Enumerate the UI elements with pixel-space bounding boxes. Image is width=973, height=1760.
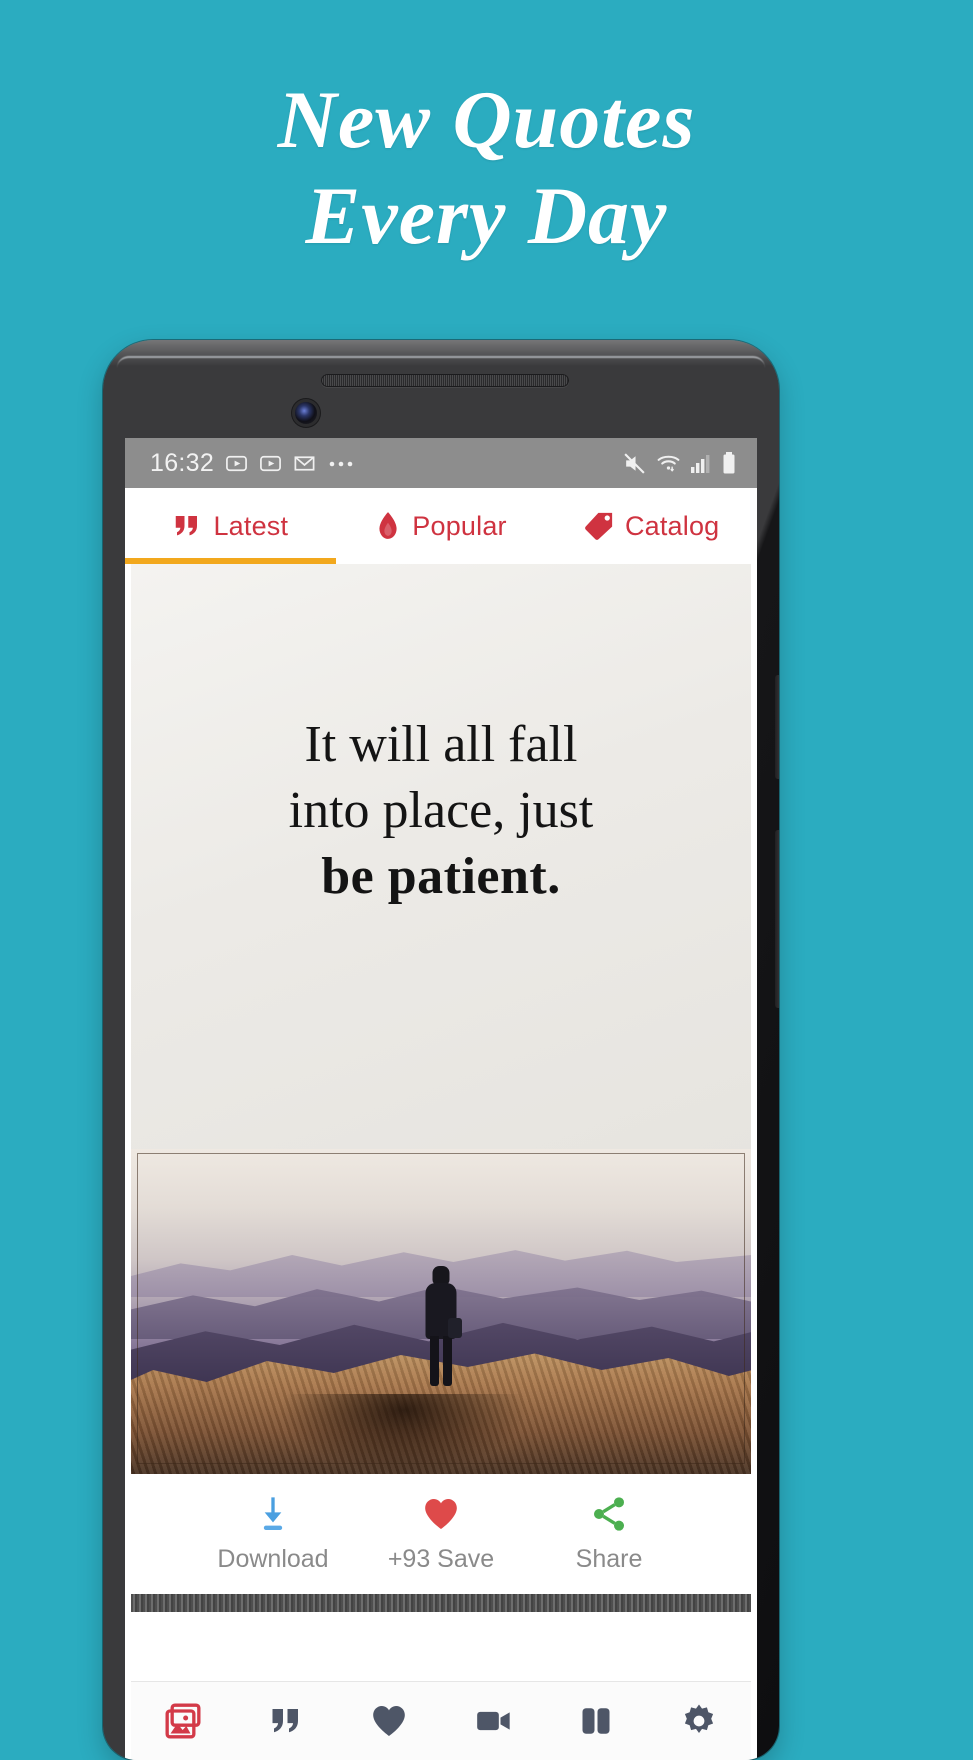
overflow-dots-icon — [329, 461, 353, 466]
save-button[interactable]: +93 Save — [357, 1494, 525, 1574]
quote-marks-icon — [272, 1709, 298, 1733]
status-bar-clock: 16:32 — [150, 448, 215, 477]
quote-line-3: be patient. — [321, 848, 561, 905]
phone-screen: 16:32 Latest Popular Catalog It will all… — [125, 438, 757, 1760]
bottom-navigation — [131, 1681, 751, 1760]
tab-catalog[interactable]: Catalog — [546, 488, 757, 564]
tab-popular[interactable]: Popular — [336, 488, 547, 564]
promo-headline: New Quotes Every Day — [0, 72, 973, 264]
wifi-icon — [657, 455, 680, 472]
hiker-silhouette — [418, 1266, 464, 1386]
tab-latest[interactable]: Latest — [125, 488, 336, 564]
nav-item-settings[interactable] — [648, 1702, 751, 1740]
heart-icon — [425, 1499, 457, 1529]
nav-item-quotes[interactable] — [235, 1703, 338, 1739]
phone-bezel-highlight — [103, 340, 779, 366]
signal-icon — [691, 454, 710, 473]
nav-item-books[interactable] — [545, 1703, 648, 1739]
rock-shadow — [279, 1394, 528, 1474]
earpiece-speaker — [321, 374, 569, 387]
headline-line-1: New Quotes — [277, 74, 696, 165]
tab-latest-label: Latest — [213, 510, 289, 541]
volume-button[interactable] — [775, 830, 779, 1008]
youtube-icon — [260, 455, 282, 471]
status-bar-right — [622, 451, 737, 476]
front-camera-icon — [295, 402, 317, 424]
flame-icon — [379, 512, 397, 539]
quote-line-1: It will all fall — [304, 716, 578, 773]
battery-icon — [723, 451, 735, 473]
quote-action-bar: Download +93 Save Share — [131, 1474, 751, 1594]
nav-item-favorites[interactable] — [338, 1701, 441, 1741]
save-label: +93 Save — [387, 1545, 495, 1573]
share-nodes-icon — [594, 1497, 624, 1531]
phone-mockup: 16:32 Latest Popular Catalog It will all… — [103, 340, 779, 1760]
hiker-leg-right — [443, 1336, 452, 1386]
gmail-icon — [294, 455, 315, 471]
download-button[interactable]: Download — [189, 1494, 357, 1574]
price-tag-icon — [585, 512, 613, 540]
power-button[interactable] — [775, 675, 779, 779]
download-arrow-icon — [263, 1497, 283, 1530]
status-bar-left: 16:32 — [150, 449, 355, 478]
tab-catalog-label: Catalog — [624, 510, 720, 541]
status-bar: 16:32 — [125, 438, 757, 488]
quote-photo — [131, 1149, 751, 1474]
hiker-leg-left — [430, 1336, 439, 1386]
quote-card[interactable]: It will all fall into place, just be pat… — [131, 564, 751, 1474]
hiker-bag — [448, 1318, 462, 1338]
quote-line-2: into place, just — [288, 782, 594, 839]
download-label: Download — [217, 1545, 329, 1573]
share-label: Share — [575, 1545, 643, 1573]
gallery-icon — [165, 1703, 201, 1739]
quote-text: It will all fall into place, just be pat… — [131, 712, 751, 910]
nav-item-video[interactable] — [441, 1701, 544, 1741]
youtube-icon — [226, 455, 248, 471]
headline-line-2: Every Day — [305, 170, 668, 261]
video-camera-icon — [476, 1711, 510, 1731]
book-icon — [582, 1708, 610, 1734]
next-card-preview — [131, 1594, 751, 1612]
tab-popular-label: Popular — [412, 510, 507, 541]
mute-icon — [624, 452, 645, 474]
quote-marks-icon — [176, 516, 198, 536]
gear-icon — [685, 1704, 714, 1734]
share-button[interactable]: Share — [525, 1494, 693, 1574]
tab-bar: Latest Popular Catalog — [125, 488, 757, 564]
heart-icon — [373, 1706, 406, 1736]
nav-item-gallery[interactable] — [131, 1701, 234, 1741]
phone-bezel-edge — [117, 356, 765, 368]
